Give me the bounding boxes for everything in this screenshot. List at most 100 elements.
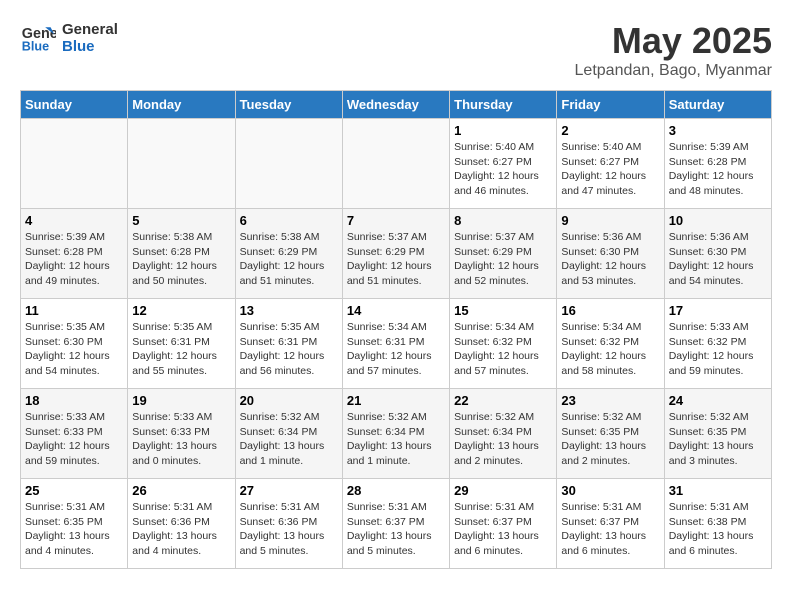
- calendar-cell: 2 Sunrise: 5:40 AM Sunset: 6:27 PM Daylig…: [557, 119, 664, 209]
- day-info: Sunrise: 5:40 AM Sunset: 6:27 PM Dayligh…: [561, 140, 659, 199]
- calendar-cell: 30 Sunrise: 5:31 AM Sunset: 6:37 PM Dayli…: [557, 479, 664, 569]
- day-number: 18: [25, 393, 123, 408]
- day-number: 16: [561, 303, 659, 318]
- week-row-5: 25 Sunrise: 5:31 AM Sunset: 6:35 PM Dayli…: [21, 479, 772, 569]
- day-number: 6: [240, 213, 338, 228]
- day-info: Sunrise: 5:38 AM Sunset: 6:29 PM Dayligh…: [240, 230, 338, 289]
- day-number: 24: [669, 393, 767, 408]
- col-header-thursday: Thursday: [450, 91, 557, 119]
- day-number: 10: [669, 213, 767, 228]
- calendar-cell: 26 Sunrise: 5:31 AM Sunset: 6:36 PM Dayli…: [128, 479, 235, 569]
- week-row-1: 1 Sunrise: 5:40 AM Sunset: 6:27 PM Daylig…: [21, 119, 772, 209]
- day-info: Sunrise: 5:33 AM Sunset: 6:33 PM Dayligh…: [132, 410, 230, 469]
- day-info: Sunrise: 5:32 AM Sunset: 6:35 PM Dayligh…: [561, 410, 659, 469]
- day-info: Sunrise: 5:32 AM Sunset: 6:34 PM Dayligh…: [347, 410, 445, 469]
- calendar-cell: 11 Sunrise: 5:35 AM Sunset: 6:30 PM Dayli…: [21, 299, 128, 389]
- calendar-cell: 20Sunrise: 5:32 AM Sunset: 6:34 PM Dayli…: [235, 389, 342, 479]
- day-number: 23: [561, 393, 659, 408]
- day-number: 25: [25, 483, 123, 498]
- day-info: Sunrise: 5:33 AM Sunset: 6:32 PM Dayligh…: [669, 320, 767, 379]
- calendar-cell: 28Sunrise: 5:31 AM Sunset: 6:37 PM Dayli…: [342, 479, 449, 569]
- calendar-cell: [21, 119, 128, 209]
- day-info: Sunrise: 5:34 AM Sunset: 6:31 PM Dayligh…: [347, 320, 445, 379]
- day-info: Sunrise: 5:39 AM Sunset: 6:28 PM Dayligh…: [669, 140, 767, 199]
- calendar-cell: 19 Sunrise: 5:33 AM Sunset: 6:33 PM Dayli…: [128, 389, 235, 479]
- day-number: 29: [454, 483, 552, 498]
- day-number: 7: [347, 213, 445, 228]
- calendar-cell: [235, 119, 342, 209]
- calendar-cell: 29 Sunrise: 5:31 AM Sunset: 6:37 PM Dayli…: [450, 479, 557, 569]
- day-info: Sunrise: 5:31 AM Sunset: 6:37 PM Dayligh…: [454, 500, 552, 559]
- day-number: 11: [25, 303, 123, 318]
- day-number: 19: [132, 393, 230, 408]
- calendar-cell: 24Sunrise: 5:32 AM Sunset: 6:35 PM Dayli…: [664, 389, 771, 479]
- calendar-cell: 21 Sunrise: 5:32 AM Sunset: 6:34 PM Dayli…: [342, 389, 449, 479]
- week-row-4: 18 Sunrise: 5:33 AM Sunset: 6:33 PM Dayli…: [21, 389, 772, 479]
- day-info: Sunrise: 5:34 AM Sunset: 6:32 PM Dayligh…: [561, 320, 659, 379]
- day-number: 22: [454, 393, 552, 408]
- week-row-2: 4Sunrise: 5:39 AM Sunset: 6:28 PM Daylig…: [21, 209, 772, 299]
- logo: General Blue General Blue: [20, 20, 118, 56]
- day-number: 21: [347, 393, 445, 408]
- calendar-cell: 9 Sunrise: 5:36 AM Sunset: 6:30 PM Daylig…: [557, 209, 664, 299]
- svg-text:Blue: Blue: [22, 40, 49, 54]
- logo-general: General: [62, 21, 118, 38]
- logo-blue: Blue: [62, 38, 118, 55]
- day-number: 27: [240, 483, 338, 498]
- subtitle: Letpandan, Bago, Myanmar: [575, 62, 772, 80]
- day-number: 14: [347, 303, 445, 318]
- calendar-cell: 23 Sunrise: 5:32 AM Sunset: 6:35 PM Dayli…: [557, 389, 664, 479]
- day-info: Sunrise: 5:31 AM Sunset: 6:38 PM Dayligh…: [669, 500, 767, 559]
- calendar-cell: 5 Sunrise: 5:38 AM Sunset: 6:28 PM Daylig…: [128, 209, 235, 299]
- day-info: Sunrise: 5:37 AM Sunset: 6:29 PM Dayligh…: [454, 230, 552, 289]
- day-info: Sunrise: 5:37 AM Sunset: 6:29 PM Dayligh…: [347, 230, 445, 289]
- day-info: Sunrise: 5:32 AM Sunset: 6:34 PM Dayligh…: [454, 410, 552, 469]
- day-info: Sunrise: 5:40 AM Sunset: 6:27 PM Dayligh…: [454, 140, 552, 199]
- col-header-friday: Friday: [557, 91, 664, 119]
- day-number: 31: [669, 483, 767, 498]
- day-number: 1: [454, 123, 552, 138]
- calendar-cell: 17Sunrise: 5:33 AM Sunset: 6:32 PM Dayli…: [664, 299, 771, 389]
- calendar-cell: 25 Sunrise: 5:31 AM Sunset: 6:35 PM Dayli…: [21, 479, 128, 569]
- day-number: 3: [669, 123, 767, 138]
- calendar-cell: 4Sunrise: 5:39 AM Sunset: 6:28 PM Daylig…: [21, 209, 128, 299]
- day-number: 20: [240, 393, 338, 408]
- day-number: 26: [132, 483, 230, 498]
- calendar-cell: 6 Sunrise: 5:38 AM Sunset: 6:29 PM Daylig…: [235, 209, 342, 299]
- day-info: Sunrise: 5:39 AM Sunset: 6:28 PM Dayligh…: [25, 230, 123, 289]
- calendar-cell: 27 Sunrise: 5:31 AM Sunset: 6:36 PM Dayli…: [235, 479, 342, 569]
- calendar-cell: 7 Sunrise: 5:37 AM Sunset: 6:29 PM Daylig…: [342, 209, 449, 299]
- day-number: 13: [240, 303, 338, 318]
- calendar-cell: 18 Sunrise: 5:33 AM Sunset: 6:33 PM Dayli…: [21, 389, 128, 479]
- col-header-sunday: Sunday: [21, 91, 128, 119]
- calendar-cell: 12Sunrise: 5:35 AM Sunset: 6:31 PM Dayli…: [128, 299, 235, 389]
- calendar-cell: [128, 119, 235, 209]
- calendar-cell: [342, 119, 449, 209]
- day-number: 2: [561, 123, 659, 138]
- day-number: 8: [454, 213, 552, 228]
- calendar-cell: 31 Sunrise: 5:31 AM Sunset: 6:38 PM Dayli…: [664, 479, 771, 569]
- day-info: Sunrise: 5:34 AM Sunset: 6:32 PM Dayligh…: [454, 320, 552, 379]
- day-info: Sunrise: 5:35 AM Sunset: 6:30 PM Dayligh…: [25, 320, 123, 379]
- day-info: Sunrise: 5:35 AM Sunset: 6:31 PM Dayligh…: [240, 320, 338, 379]
- day-info: Sunrise: 5:31 AM Sunset: 6:37 PM Dayligh…: [347, 500, 445, 559]
- calendar-cell: 16 Sunrise: 5:34 AM Sunset: 6:32 PM Dayli…: [557, 299, 664, 389]
- day-info: Sunrise: 5:38 AM Sunset: 6:28 PM Dayligh…: [132, 230, 230, 289]
- day-info: Sunrise: 5:31 AM Sunset: 6:35 PM Dayligh…: [25, 500, 123, 559]
- day-info: Sunrise: 5:31 AM Sunset: 6:36 PM Dayligh…: [240, 500, 338, 559]
- day-info: Sunrise: 5:31 AM Sunset: 6:36 PM Dayligh…: [132, 500, 230, 559]
- day-number: 9: [561, 213, 659, 228]
- day-info: Sunrise: 5:36 AM Sunset: 6:30 PM Dayligh…: [561, 230, 659, 289]
- day-info: Sunrise: 5:36 AM Sunset: 6:30 PM Dayligh…: [669, 230, 767, 289]
- day-info: Sunrise: 5:31 AM Sunset: 6:37 PM Dayligh…: [561, 500, 659, 559]
- col-header-saturday: Saturday: [664, 91, 771, 119]
- calendar-cell: 15Sunrise: 5:34 AM Sunset: 6:32 PM Dayli…: [450, 299, 557, 389]
- main-title: May 2025: [575, 20, 772, 62]
- logo-icon: General Blue: [20, 20, 56, 56]
- calendar-cell: 22 Sunrise: 5:32 AM Sunset: 6:34 PM Dayli…: [450, 389, 557, 479]
- day-info: Sunrise: 5:33 AM Sunset: 6:33 PM Dayligh…: [25, 410, 123, 469]
- col-header-wednesday: Wednesday: [342, 91, 449, 119]
- calendar-cell: 14 Sunrise: 5:34 AM Sunset: 6:31 PM Dayli…: [342, 299, 449, 389]
- day-number: 5: [132, 213, 230, 228]
- day-number: 30: [561, 483, 659, 498]
